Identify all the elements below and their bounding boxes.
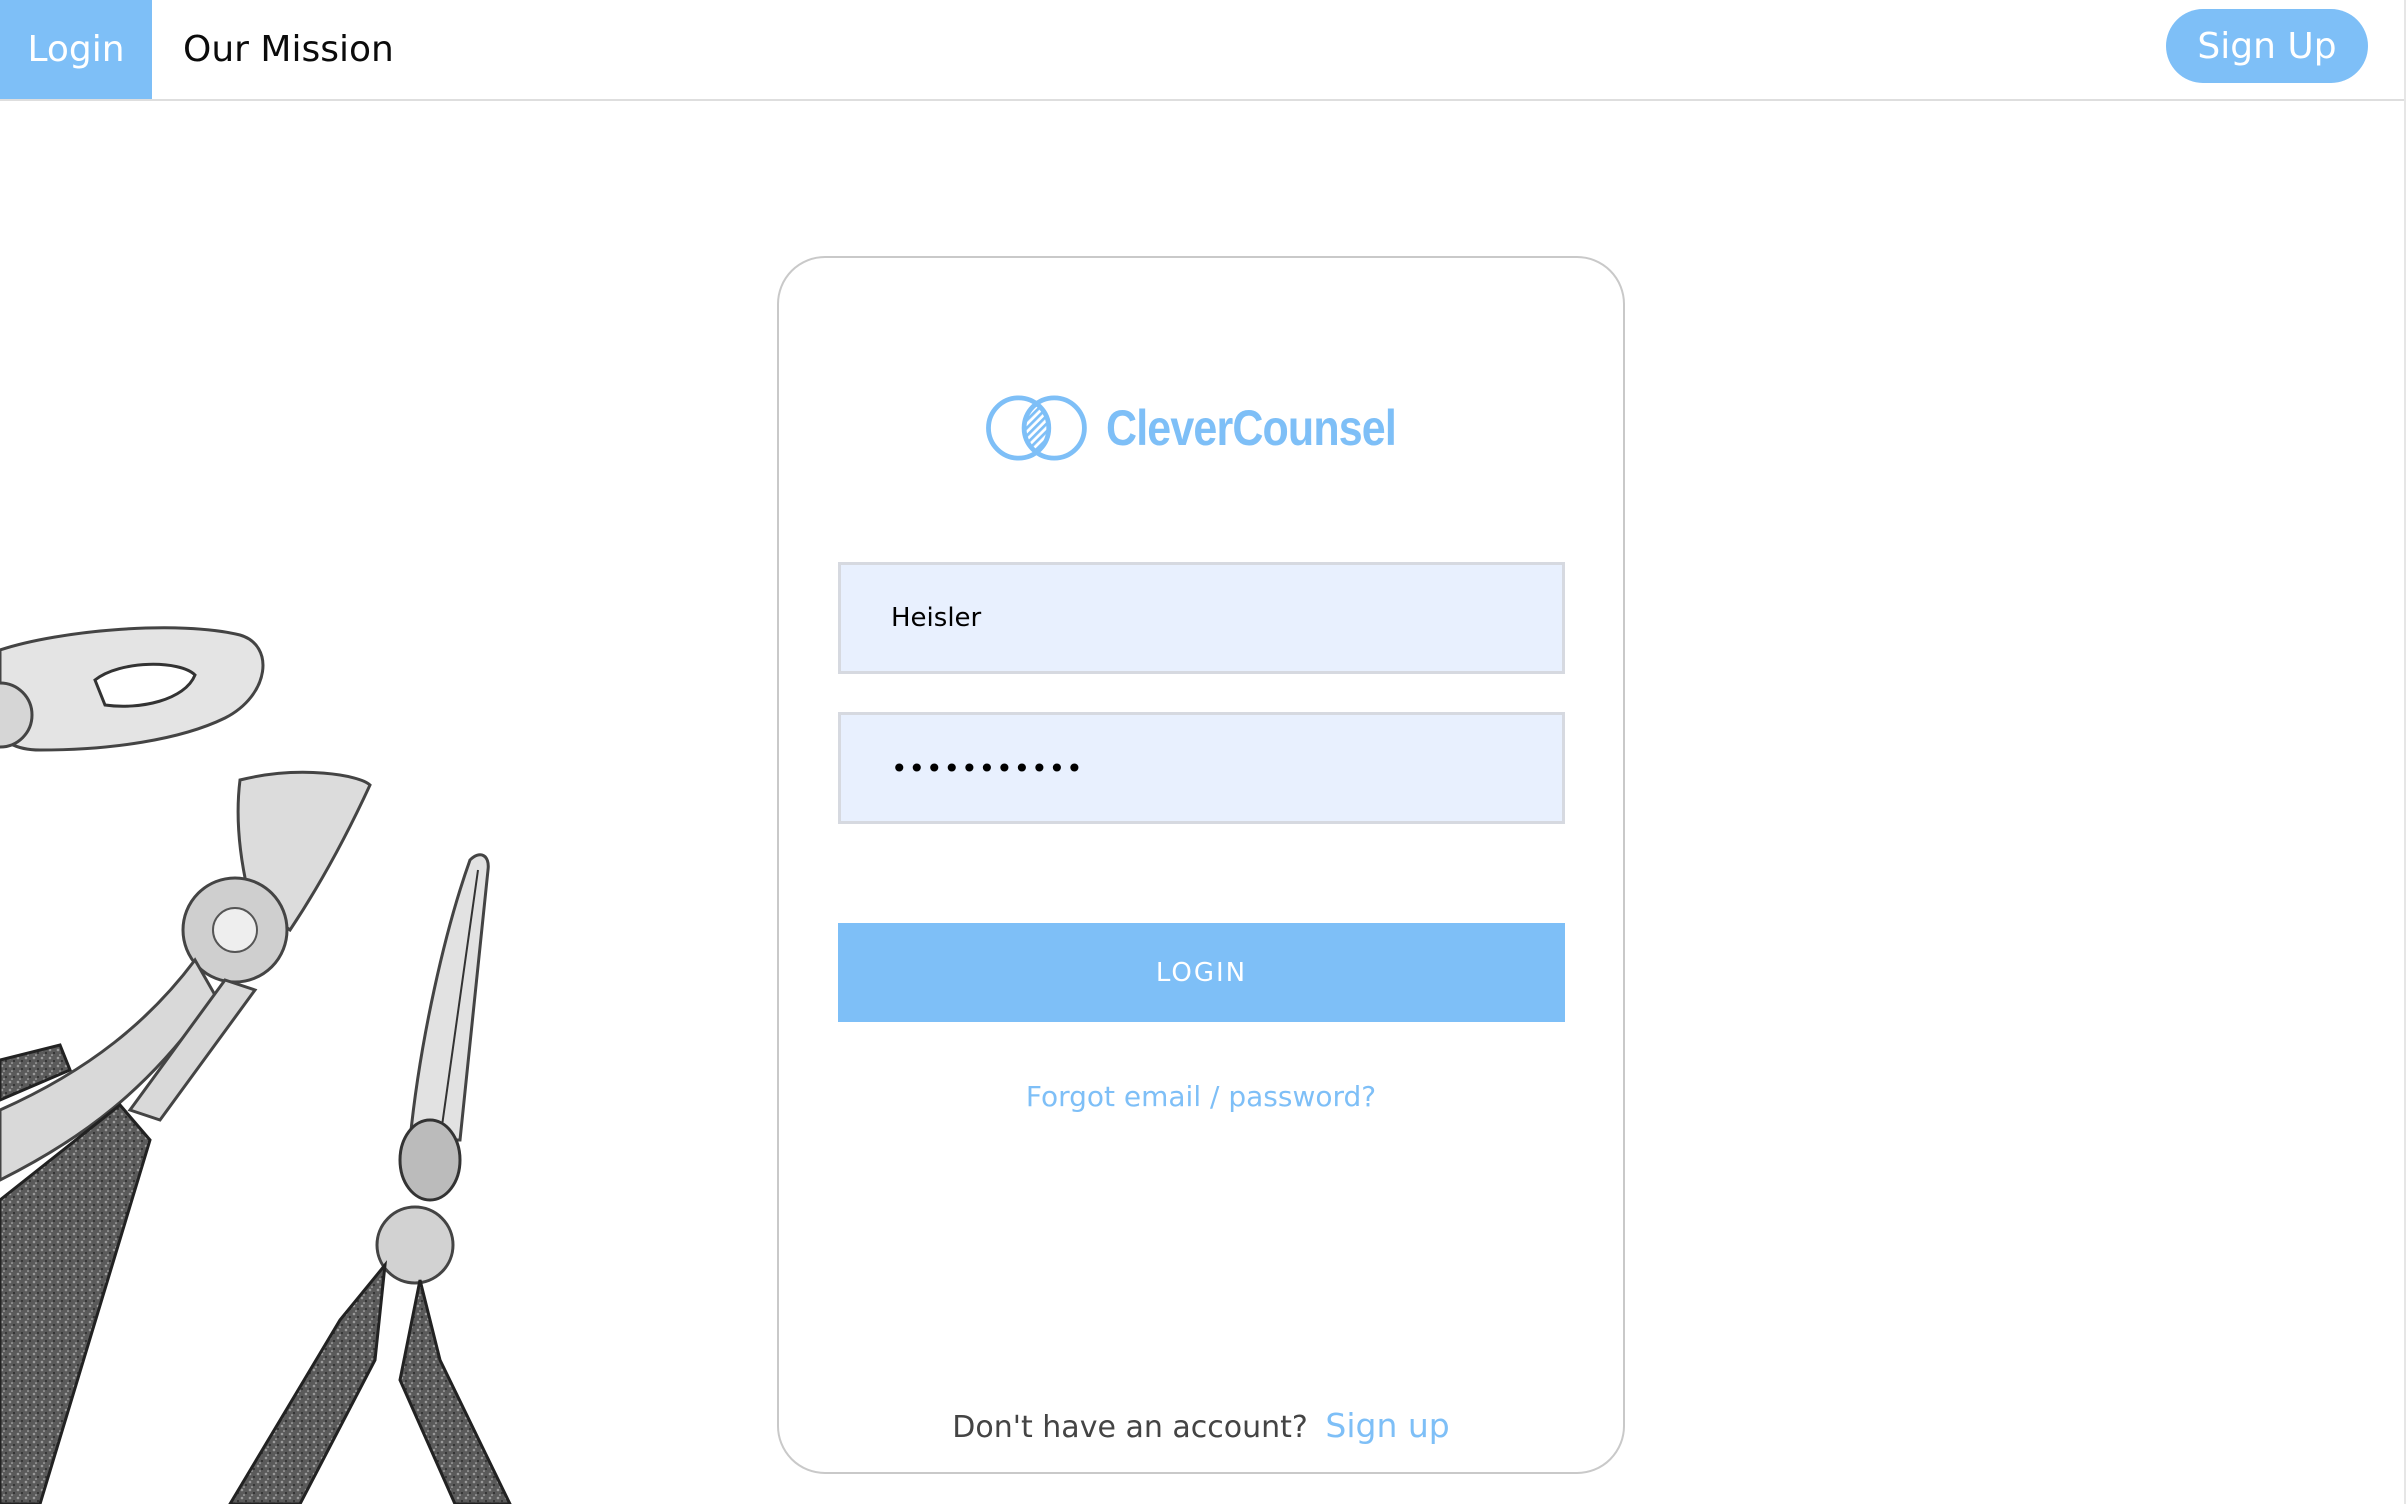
top-navigation: Login Our Mission Sign Up [0, 0, 2404, 101]
sign-up-button[interactable]: Sign Up [2166, 9, 2368, 83]
username-field[interactable] [838, 562, 1565, 674]
sign-up-link[interactable]: Sign up [1325, 1406, 1449, 1445]
pliers-illustration [0, 626, 512, 1504]
brand-name: CleverCounsel [1105, 400, 1397, 456]
sign-up-button-label: Sign Up [2197, 25, 2337, 67]
brand-logo-lockup: CleverCounsel [983, 376, 1443, 480]
tab-our-mission[interactable]: Our Mission [183, 0, 394, 99]
forgot-credentials-link[interactable]: Forgot email / password? [1026, 1080, 1376, 1113]
login-button[interactable]: LOGIN [838, 923, 1565, 1022]
login-button-label: LOGIN [1155, 957, 1248, 988]
forgot-credentials: Forgot email / password? [779, 1080, 1623, 1113]
no-account-text: Don't have an account? [952, 1410, 1308, 1445]
signup-prompt: Don't have an account? Sign up [779, 1406, 1623, 1445]
tab-login[interactable]: Login [0, 0, 152, 99]
password-field[interactable] [838, 712, 1565, 824]
tab-login-label: Login [27, 29, 125, 70]
tab-our-mission-label: Our Mission [183, 29, 394, 70]
interlocking-circles-logo-icon [986, 395, 1087, 461]
login-card: CleverCounsel LOGIN Forgot email / passw… [777, 256, 1625, 1474]
